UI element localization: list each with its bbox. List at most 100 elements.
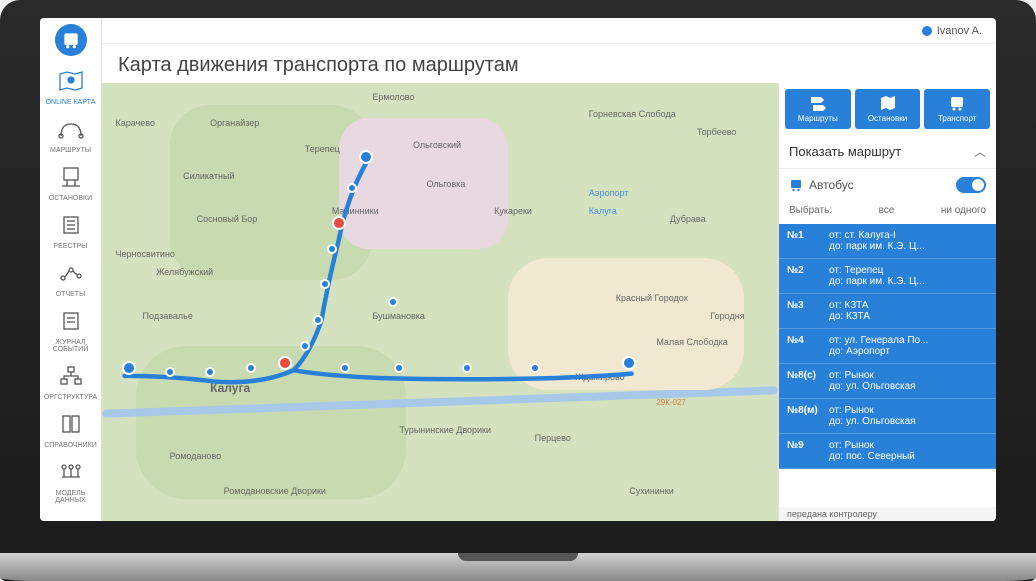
nav-model[interactable]: МОДЕЛЬ ДАННЫХ (40, 455, 101, 510)
tab-label: Остановки (868, 114, 907, 123)
user-avatar-icon[interactable] (922, 26, 932, 36)
select-label: Выбрать: (789, 205, 832, 216)
laptop-notch (458, 553, 578, 561)
route-stop-marker[interactable] (165, 367, 175, 377)
route-stop-marker[interactable] (205, 367, 215, 377)
model-icon (58, 461, 84, 488)
route-from: от: КЗТА (829, 300, 988, 311)
route-item[interactable]: №2 от: Терепец до: парк им. К.Э. Ц... (779, 259, 996, 294)
chevron-up-icon: ︿ (974, 143, 986, 160)
journal-icon (58, 310, 84, 337)
route-item[interactable]: №3 от: КЗТА до: КЗТА (779, 294, 996, 329)
main-content: Ivanov A. Карта движения транспорта по м… (102, 18, 996, 521)
select-all[interactable]: все (879, 205, 895, 216)
route-number: №8(с) (787, 370, 821, 392)
nav-label: ОРГСТРУКТУРА (44, 394, 97, 401)
route-info: от: КЗТА до: КЗТА (829, 300, 988, 322)
nav-org[interactable]: ОРГСТРУКТУРА (40, 359, 101, 407)
route-item[interactable]: №8(с) от: Рынок до: ул. Ольговская (779, 364, 996, 399)
map[interactable]: Карачево Ермолово Горневская Слобода Тор… (102, 83, 778, 521)
route-number: №3 (787, 300, 821, 322)
routes-icon (58, 118, 84, 145)
route-number: №2 (787, 265, 821, 287)
nav-label: ОТЧЕТЫ (56, 291, 86, 298)
status-line: передана контролеру (779, 507, 996, 521)
nav-registry[interactable]: РЕЕСТРЫ (40, 208, 101, 256)
nav-journal[interactable]: ЖУРНАЛ СОБЫТИЙ (40, 304, 101, 359)
map-icon (58, 70, 84, 97)
reference-icon (58, 413, 84, 440)
route-stop-marker[interactable] (359, 150, 373, 164)
route-stop-marker[interactable] (394, 363, 404, 373)
route-stop-marker[interactable] (278, 356, 292, 370)
app-screen: ONLINE КАРТА МАРШРУТЫ ОСТАНОВКИ РЕЕСТРЫ … (40, 18, 996, 521)
route-info: от: Рынок до: ул. Ольговская (829, 370, 988, 392)
nav-label: ЖУРНАЛ СОБЫТИЙ (42, 339, 99, 353)
route-stop-marker[interactable] (300, 341, 310, 351)
laptop-frame: ONLINE КАРТА МАРШРУТЫ ОСТАНОВКИ РЕЕСТРЫ … (0, 0, 1036, 581)
nav-label: МАРШРУТЫ (50, 147, 91, 154)
route-info: от: Рынок до: пос. Северный (829, 440, 988, 462)
panel-show-route[interactable]: Показать маршрут ︿ (779, 135, 996, 169)
tab-stops[interactable]: Остановки (855, 89, 921, 129)
tab-routes[interactable]: Маршруты (785, 89, 851, 129)
route-list[interactable]: №1 от: ст. Калуга-I до: парк им. К.Э. Ц.… (779, 224, 996, 507)
route-stop-marker[interactable] (347, 183, 357, 193)
map-fold-icon (879, 95, 897, 111)
nav-label: РЕЕСТРЫ (54, 243, 88, 250)
tab-transport[interactable]: Транспорт (924, 89, 990, 129)
route-stop-marker[interactable] (530, 363, 540, 373)
content-area: Карачево Ермолово Горневская Слобода Тор… (102, 83, 996, 521)
route-item[interactable]: №4 от: ул. Генерала По... до: Аэропорт (779, 329, 996, 364)
route-info: от: ст. Калуга-I до: парк им. К.Э. Ц... (829, 230, 988, 252)
tab-label: Транспорт (938, 114, 976, 123)
route-stop-marker[interactable] (340, 363, 350, 373)
page-title: Карта движения транспорта по маршрутам (102, 44, 996, 83)
user-name[interactable]: Ivanov A. (937, 25, 982, 37)
route-from: от: Рынок (829, 405, 988, 416)
route-polyline (102, 83, 778, 521)
nav-label: ONLINE КАРТА (46, 99, 96, 106)
route-stop-marker[interactable] (622, 356, 636, 370)
nav-label: СПРАВОЧНИКИ (44, 442, 97, 449)
route-stop-marker[interactable] (313, 315, 323, 325)
app-logo[interactable] (55, 24, 87, 56)
route-from: от: Рынок (829, 440, 988, 451)
route-to: до: пос. Северный (829, 451, 988, 462)
route-from: от: ул. Генерала По... (829, 335, 988, 346)
route-info: от: Терепец до: парк им. К.Э. Ц... (829, 265, 988, 287)
route-stop-marker[interactable] (122, 361, 136, 375)
route-number: №4 (787, 335, 821, 357)
route-info: от: ул. Генерала По... до: Аэропорт (829, 335, 988, 357)
nav-stops[interactable]: ОСТАНОВКИ (40, 160, 101, 208)
section-title: Показать маршрут (789, 144, 901, 159)
right-panel: Маршруты Остановки Транспорт (778, 83, 996, 521)
panel-tabs: Маршруты Остановки Транспорт (779, 83, 996, 135)
route-stop-marker[interactable] (327, 244, 337, 254)
bus-icon (948, 95, 966, 111)
toggle-bus[interactable] (956, 177, 986, 193)
route-number: №9 (787, 440, 821, 462)
registry-icon (58, 214, 84, 241)
route-item[interactable]: №9 от: Рынок до: пос. Северный (779, 434, 996, 469)
filter-bus: Автобус (779, 169, 996, 201)
select-none[interactable]: ни одного (941, 205, 986, 216)
route-stop-marker[interactable] (388, 297, 398, 307)
bus-small-icon (789, 178, 803, 192)
route-stop-marker[interactable] (246, 363, 256, 373)
nav-reference[interactable]: СПРАВОЧНИКИ (40, 407, 101, 455)
sidebar: ONLINE КАРТА МАРШРУТЫ ОСТАНОВКИ РЕЕСТРЫ … (40, 18, 102, 521)
route-stop-marker[interactable] (462, 363, 472, 373)
route-item[interactable]: №1 от: ст. Калуга-I до: парк им. К.Э. Ц.… (779, 224, 996, 259)
route-item[interactable]: №8(м) от: Рынок до: ул. Ольговская (779, 399, 996, 434)
nav-reports[interactable]: ОТЧЕТЫ (40, 256, 101, 304)
route-stop-marker[interactable] (332, 216, 346, 230)
route-stop-marker[interactable] (320, 279, 330, 289)
filter-label: Автобус (809, 178, 854, 192)
nav-label: ОСТАНОВКИ (49, 195, 92, 202)
nav-routes[interactable]: МАРШРУТЫ (40, 112, 101, 160)
route-to: до: парк им. К.Э. Ц... (829, 241, 988, 252)
route-info: от: Рынок до: ул. Ольговская (829, 405, 988, 427)
bus-icon (61, 30, 81, 50)
nav-online-map[interactable]: ONLINE КАРТА (40, 64, 101, 112)
